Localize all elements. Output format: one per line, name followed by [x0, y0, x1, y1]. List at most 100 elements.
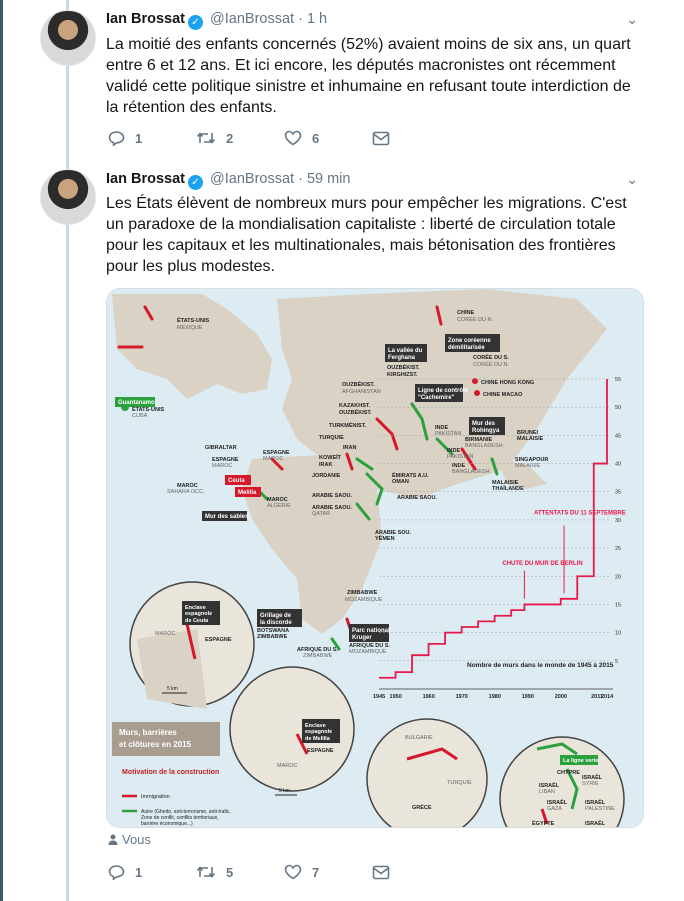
svg-text:ISRAËL: ISRAËL [547, 799, 568, 806]
svg-text:GRÈCE: GRÈCE [412, 803, 432, 811]
thread-line [66, 0, 69, 901]
author-handle[interactable]: @IanBrossat [210, 11, 294, 27]
avatar[interactable] [40, 169, 96, 225]
svg-text:ISRAËL: ISRAËL [539, 782, 560, 789]
svg-text:La ligne verte: La ligne verte [563, 758, 598, 764]
svg-text:MAROC: MAROC [263, 456, 284, 462]
x-tick-label: 1990 [522, 694, 534, 700]
svg-text:ISRAËL: ISRAËL [585, 799, 606, 806]
author-name[interactable]: Ian Brossat [106, 11, 185, 27]
retweet-icon [196, 866, 216, 878]
svg-text:Ligne de contrôle: Ligne de contrôle [418, 388, 469, 394]
svg-text:CUBA: CUBA [132, 413, 148, 419]
svg-text:5 km: 5 km [167, 686, 178, 692]
x-tick-label: 1950 [390, 694, 402, 700]
svg-text:Ceuta: Ceuta [228, 478, 245, 484]
svg-text:ZIMBABWE: ZIMBABWE [347, 590, 378, 596]
walls-map-infographic: Guantanamo Zone coréennedémilitarisée La… [107, 289, 643, 827]
svg-text:LIBAN: LIBAN [539, 789, 555, 795]
like-count: 7 [312, 864, 320, 880]
y-tick-label: 45 [615, 433, 621, 439]
reply-icon [108, 131, 125, 146]
y-tick-label: 50 [615, 405, 621, 411]
annotation-label: CHUTE DU MUR DE BERLIN [502, 561, 582, 567]
svg-text:BULGARIE: BULGARIE [405, 735, 433, 741]
tweet-text: La moitié des enfants concernés (52%) av… [106, 36, 631, 116]
y-tick-label: 5 [615, 659, 618, 665]
svg-text:CHINE: CHINE [457, 310, 474, 316]
svg-text:et clôtures en 2015: et clôtures en 2015 [119, 740, 192, 749]
retweet-button[interactable]: 5 [196, 864, 284, 880]
avatar[interactable] [40, 10, 96, 66]
svg-text:la discorde: la discorde [260, 620, 292, 626]
message-button[interactable] [372, 131, 460, 146]
x-tick-label: 1960 [423, 694, 435, 700]
svg-text:KAZAKHST.: KAZAKHST. [339, 403, 371, 409]
svg-text:IRAN: IRAN [343, 445, 356, 451]
svg-text:CHINE MACAO: CHINE MACAO [483, 392, 523, 398]
svg-text:Mur des: Mur des [472, 421, 496, 427]
tweet-header: Ian Brossat ✓ @IanBrossat · 1 h [106, 11, 327, 30]
like-button[interactable]: 7 [284, 864, 372, 880]
message-button[interactable] [372, 865, 460, 880]
svg-text:BANGLADESH: BANGLADESH [465, 443, 503, 449]
svg-text:ALGÉRIE: ALGÉRIE [267, 502, 291, 509]
svg-text:Mur des sables: Mur des sables [205, 514, 249, 520]
retweet-count: 5 [226, 864, 234, 880]
svg-text:MALAISIE: MALAISIE [517, 436, 544, 442]
reply-context[interactable]: Vous [108, 832, 151, 847]
tweet-time[interactable]: · 59 min [298, 171, 350, 187]
tweet-actions: 1 2 6 [108, 130, 460, 146]
retweet-icon [196, 132, 216, 144]
chevron-down-icon[interactable]: ⌄ [626, 171, 638, 188]
svg-text:MEXIQUE: MEXIQUE [177, 325, 203, 331]
svg-text:TURQUIE: TURQUIE [447, 780, 472, 786]
svg-text:IRAK: IRAK [319, 462, 332, 468]
retweet-button[interactable]: 2 [196, 130, 284, 146]
svg-text:SAHARA OCC.: SAHARA OCC. [167, 489, 205, 495]
svg-text:de Ceuta: de Ceuta [185, 618, 209, 624]
like-button[interactable]: 6 [284, 130, 372, 146]
svg-text:CORÉE DU N.: CORÉE DU N. [457, 316, 494, 323]
svg-text:GAZA: GAZA [547, 806, 562, 812]
y-tick-label: 30 [615, 518, 621, 524]
svg-text:TURQUIE: TURQUIE [319, 435, 344, 441]
svg-text:Zone coréenne: Zone coréenne [448, 338, 491, 344]
like-count: 6 [312, 130, 320, 146]
svg-text:ÉGYPTE: ÉGYPTE [532, 819, 555, 827]
svg-text:ESPAGNE: ESPAGNE [205, 637, 232, 643]
chart-title: Nombre de murs dans le monde de 1945 à 2… [467, 662, 614, 669]
tweet-actions: 1 5 7 [108, 864, 460, 880]
tweet-header: Ian Brossat ✓ @IanBrossat · 59 min [106, 171, 350, 190]
svg-text:Motivation de la construction: Motivation de la construction [122, 769, 219, 776]
svg-text:PAKISTAN: PAKISTAN [435, 431, 461, 437]
tweet-time[interactable]: · 1 h [298, 11, 327, 27]
svg-text:espagnole: espagnole [305, 729, 332, 735]
svg-text:La vallée du: La vallée du [388, 348, 423, 354]
heart-icon [284, 130, 302, 146]
reply-button[interactable]: 1 [108, 864, 196, 880]
svg-text:CORÉE DU N.: CORÉE DU N. [473, 361, 510, 368]
chevron-down-icon[interactable]: ⌄ [626, 11, 638, 28]
svg-text:OUZBÉKIST.: OUZBÉKIST. [342, 380, 375, 388]
tweet-image-map[interactable]: Guantanamo Zone coréenne démilitarisée La… [106, 288, 644, 828]
svg-text:AFGHANISTAN: AFGHANISTAN [342, 389, 381, 395]
svg-text:GIBRALTAR: GIBRALTAR [205, 445, 237, 451]
svg-text:ZIMBABWE: ZIMBABWE [257, 634, 288, 640]
svg-text:CORÉE DU S.: CORÉE DU S. [473, 353, 509, 361]
svg-text:OUZBÉKIST.: OUZBÉKIST. [339, 408, 372, 416]
author-handle[interactable]: @IanBrossat [210, 171, 294, 187]
svg-text:Immigration: Immigration [141, 794, 170, 800]
tweet-text: Les États élèvent de nombreux murs pour … [106, 195, 627, 275]
reply-button[interactable]: 1 [108, 130, 196, 146]
reply-context-label: Vous [122, 832, 151, 847]
x-tick-label: 1980 [489, 694, 501, 700]
svg-text:TURKMÉNIST.: TURKMÉNIST. [329, 421, 366, 429]
author-name[interactable]: Ian Brossat [106, 171, 185, 187]
svg-text:QATAR: QATAR [312, 511, 330, 517]
y-tick-label: 55 [615, 377, 621, 383]
svg-text:MOZAMBIQUE: MOZAMBIQUE [345, 597, 383, 603]
svg-text:Grillage de: Grillage de [260, 613, 292, 619]
svg-text:ÉTATS-UNIS: ÉTATS-UNIS [177, 316, 210, 324]
svg-text:CHYPRE: CHYPRE [557, 770, 580, 776]
